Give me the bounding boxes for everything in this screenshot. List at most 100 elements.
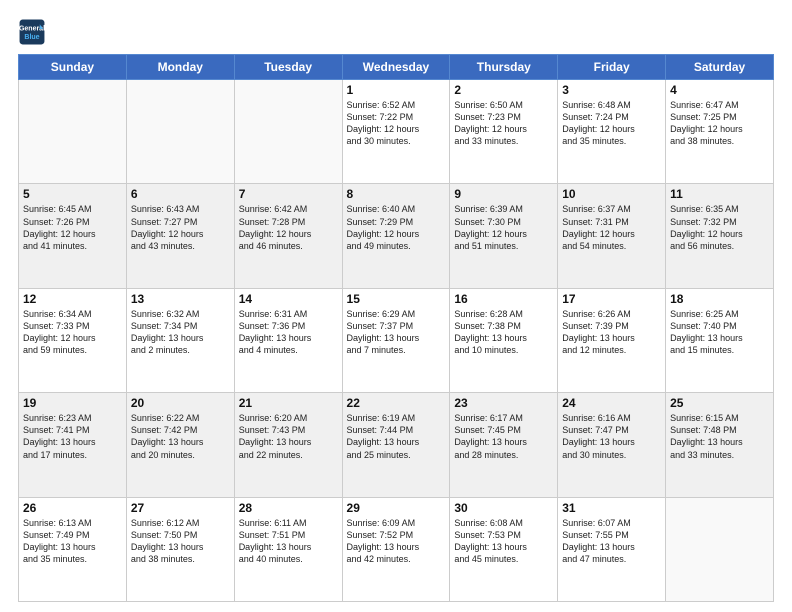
calendar-cell: 23 Sunrise: 6:17 AM Sunset: 7:45 PM Dayli… bbox=[450, 393, 558, 497]
col-header-friday: Friday bbox=[558, 55, 666, 80]
day-number: 4 bbox=[670, 83, 769, 97]
day-number: 13 bbox=[131, 292, 230, 306]
cell-info: Sunrise: 6:29 AM Sunset: 7:37 PM Dayligh… bbox=[347, 308, 446, 357]
day-number: 7 bbox=[239, 187, 338, 201]
calendar-week-row: 19Sunrise: 6:23 AM Sunset: 7:41 PM Dayli… bbox=[19, 393, 774, 497]
day-number: 9 bbox=[454, 187, 553, 201]
cell-info: Sunrise: 6:52 AM Sunset: 7:22 PM Dayligh… bbox=[347, 99, 446, 148]
cell-info: Sunrise: 6:50 AM Sunset: 7:23 PM Dayligh… bbox=[454, 99, 553, 148]
svg-text:Blue: Blue bbox=[24, 34, 39, 41]
day-number: 27 bbox=[131, 501, 230, 515]
cell-info: Sunrise: 6:34 AM Sunset: 7:33 PM Dayligh… bbox=[23, 308, 122, 357]
calendar-week-row: 26Sunrise: 6:13 AM Sunset: 7:49 PM Dayli… bbox=[19, 497, 774, 601]
day-number: 12 bbox=[23, 292, 122, 306]
calendar-cell: 7 Sunrise: 6:42 AM Sunset: 7:28 PM Daylig… bbox=[234, 184, 342, 288]
day-number: 24 bbox=[562, 396, 661, 410]
day-number: 3 bbox=[562, 83, 661, 97]
calendar-cell: 2 Sunrise: 6:50 AM Sunset: 7:23 PM Daylig… bbox=[450, 80, 558, 184]
calendar-cell: 19Sunrise: 6:23 AM Sunset: 7:41 PM Dayli… bbox=[19, 393, 127, 497]
day-number: 31 bbox=[562, 501, 661, 515]
calendar-cell: 18Sunrise: 6:25 AM Sunset: 7:40 PM Dayli… bbox=[666, 288, 774, 392]
calendar-cell: 21 Sunrise: 6:20 AM Sunset: 7:43 PM Dayli… bbox=[234, 393, 342, 497]
cell-info: Sunrise: 6:07 AM Sunset: 7:55 PM Dayligh… bbox=[562, 517, 661, 566]
cell-info: Sunrise: 6:32 AM Sunset: 7:34 PM Dayligh… bbox=[131, 308, 230, 357]
cell-info: Sunrise: 6:43 AM Sunset: 7:27 PM Dayligh… bbox=[131, 203, 230, 252]
calendar-header-row: SundayMondayTuesdayWednesdayThursdayFrid… bbox=[19, 55, 774, 80]
logo: General Blue bbox=[18, 18, 50, 46]
cell-info: Sunrise: 6:25 AM Sunset: 7:40 PM Dayligh… bbox=[670, 308, 769, 357]
calendar-cell: 30Sunrise: 6:08 AM Sunset: 7:53 PM Dayli… bbox=[450, 497, 558, 601]
cell-info: Sunrise: 6:12 AM Sunset: 7:50 PM Dayligh… bbox=[131, 517, 230, 566]
calendar-cell bbox=[666, 497, 774, 601]
cell-info: Sunrise: 6:09 AM Sunset: 7:52 PM Dayligh… bbox=[347, 517, 446, 566]
cell-info: Sunrise: 6:26 AM Sunset: 7:39 PM Dayligh… bbox=[562, 308, 661, 357]
calendar-cell: 27 Sunrise: 6:12 AM Sunset: 7:50 PM Dayli… bbox=[126, 497, 234, 601]
cell-info: Sunrise: 6:22 AM Sunset: 7:42 PM Dayligh… bbox=[131, 412, 230, 461]
calendar-cell bbox=[126, 80, 234, 184]
day-number: 17 bbox=[562, 292, 661, 306]
day-number: 20 bbox=[131, 396, 230, 410]
cell-info: Sunrise: 6:16 AM Sunset: 7:47 PM Dayligh… bbox=[562, 412, 661, 461]
col-header-wednesday: Wednesday bbox=[342, 55, 450, 80]
calendar-table: SundayMondayTuesdayWednesdayThursdayFrid… bbox=[18, 54, 774, 602]
cell-info: Sunrise: 6:17 AM Sunset: 7:45 PM Dayligh… bbox=[454, 412, 553, 461]
day-number: 1 bbox=[347, 83, 446, 97]
cell-info: Sunrise: 6:08 AM Sunset: 7:53 PM Dayligh… bbox=[454, 517, 553, 566]
cell-info: Sunrise: 6:35 AM Sunset: 7:32 PM Dayligh… bbox=[670, 203, 769, 252]
day-number: 8 bbox=[347, 187, 446, 201]
day-number: 23 bbox=[454, 396, 553, 410]
day-number: 21 bbox=[239, 396, 338, 410]
day-number: 10 bbox=[562, 187, 661, 201]
calendar-cell: 15 Sunrise: 6:29 AM Sunset: 7:37 PM Dayli… bbox=[342, 288, 450, 392]
day-number: 14 bbox=[239, 292, 338, 306]
cell-info: Sunrise: 6:15 AM Sunset: 7:48 PM Dayligh… bbox=[670, 412, 769, 461]
calendar-cell: 25 Sunrise: 6:15 AM Sunset: 7:48 PM Dayli… bbox=[666, 393, 774, 497]
calendar-cell: 10 Sunrise: 6:37 AM Sunset: 7:31 PM Dayli… bbox=[558, 184, 666, 288]
day-number: 2 bbox=[454, 83, 553, 97]
calendar-cell: 12 Sunrise: 6:34 AM Sunset: 7:33 PM Dayli… bbox=[19, 288, 127, 392]
calendar-cell: 9 Sunrise: 6:39 AM Sunset: 7:30 PM Daylig… bbox=[450, 184, 558, 288]
calendar-cell bbox=[234, 80, 342, 184]
cell-info: Sunrise: 6:31 AM Sunset: 7:36 PM Dayligh… bbox=[239, 308, 338, 357]
calendar-cell: 4Sunrise: 6:47 AM Sunset: 7:25 PM Daylig… bbox=[666, 80, 774, 184]
calendar-cell: 5 Sunrise: 6:45 AM Sunset: 7:26 PM Daylig… bbox=[19, 184, 127, 288]
calendar-cell: 1 Sunrise: 6:52 AM Sunset: 7:22 PM Daylig… bbox=[342, 80, 450, 184]
calendar-cell: 16 Sunrise: 6:28 AM Sunset: 7:38 PM Dayli… bbox=[450, 288, 558, 392]
cell-info: Sunrise: 6:37 AM Sunset: 7:31 PM Dayligh… bbox=[562, 203, 661, 252]
cell-info: Sunrise: 6:11 AM Sunset: 7:51 PM Dayligh… bbox=[239, 517, 338, 566]
day-number: 22 bbox=[347, 396, 446, 410]
calendar-week-row: 5 Sunrise: 6:45 AM Sunset: 7:26 PM Daylig… bbox=[19, 184, 774, 288]
col-header-sunday: Sunday bbox=[19, 55, 127, 80]
cell-info: Sunrise: 6:39 AM Sunset: 7:30 PM Dayligh… bbox=[454, 203, 553, 252]
calendar-cell: 3 Sunrise: 6:48 AM Sunset: 7:24 PM Daylig… bbox=[558, 80, 666, 184]
day-number: 25 bbox=[670, 396, 769, 410]
calendar-cell: 11 Sunrise: 6:35 AM Sunset: 7:32 PM Dayli… bbox=[666, 184, 774, 288]
day-number: 5 bbox=[23, 187, 122, 201]
cell-info: Sunrise: 6:28 AM Sunset: 7:38 PM Dayligh… bbox=[454, 308, 553, 357]
cell-info: Sunrise: 6:23 AM Sunset: 7:41 PM Dayligh… bbox=[23, 412, 122, 461]
calendar-cell: 20 Sunrise: 6:22 AM Sunset: 7:42 PM Dayli… bbox=[126, 393, 234, 497]
day-number: 11 bbox=[670, 187, 769, 201]
day-number: 26 bbox=[23, 501, 122, 515]
col-header-thursday: Thursday bbox=[450, 55, 558, 80]
col-header-tuesday: Tuesday bbox=[234, 55, 342, 80]
col-header-saturday: Saturday bbox=[666, 55, 774, 80]
day-number: 29 bbox=[347, 501, 446, 515]
cell-info: Sunrise: 6:45 AM Sunset: 7:26 PM Dayligh… bbox=[23, 203, 122, 252]
calendar-cell: 28 Sunrise: 6:11 AM Sunset: 7:51 PM Dayli… bbox=[234, 497, 342, 601]
calendar-cell: 24 Sunrise: 6:16 AM Sunset: 7:47 PM Dayli… bbox=[558, 393, 666, 497]
cell-info: Sunrise: 6:20 AM Sunset: 7:43 PM Dayligh… bbox=[239, 412, 338, 461]
calendar-cell: 17 Sunrise: 6:26 AM Sunset: 7:39 PM Dayli… bbox=[558, 288, 666, 392]
day-number: 15 bbox=[347, 292, 446, 306]
cell-info: Sunrise: 6:40 AM Sunset: 7:29 PM Dayligh… bbox=[347, 203, 446, 252]
calendar-week-row: 1 Sunrise: 6:52 AM Sunset: 7:22 PM Daylig… bbox=[19, 80, 774, 184]
day-number: 6 bbox=[131, 187, 230, 201]
calendar-week-row: 12 Sunrise: 6:34 AM Sunset: 7:33 PM Dayli… bbox=[19, 288, 774, 392]
cell-info: Sunrise: 6:42 AM Sunset: 7:28 PM Dayligh… bbox=[239, 203, 338, 252]
day-number: 28 bbox=[239, 501, 338, 515]
calendar-page: General Blue SundayMondayTuesdayWednesda… bbox=[0, 0, 792, 612]
cell-info: Sunrise: 6:48 AM Sunset: 7:24 PM Dayligh… bbox=[562, 99, 661, 148]
calendar-cell: 6 Sunrise: 6:43 AM Sunset: 7:27 PM Daylig… bbox=[126, 184, 234, 288]
calendar-cell: 26Sunrise: 6:13 AM Sunset: 7:49 PM Dayli… bbox=[19, 497, 127, 601]
day-number: 16 bbox=[454, 292, 553, 306]
